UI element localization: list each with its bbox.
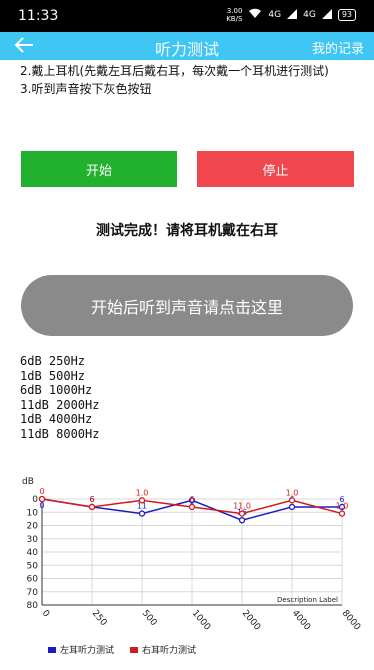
data-point	[188, 503, 196, 511]
x-tick-label: 4000	[290, 609, 313, 633]
y-tick-label: 70	[27, 588, 39, 598]
y-tick-label: 10	[27, 508, 39, 518]
stop-button[interactable]: 停止	[197, 151, 354, 187]
hearing-chart: dB 0 10 20 30 40 50 60 70 80 0 250 500 1000 2000 4000 80…	[0, 470, 374, 666]
x-tick-label: 2000	[240, 609, 263, 633]
net-speed-unit: KB/S	[226, 15, 243, 23]
x-tick-label: 0	[40, 609, 52, 620]
data-point	[338, 510, 346, 517]
heard-sound-button[interactable]: 开始后听到声音请点击这里	[21, 275, 353, 336]
y-tick-label: 30	[27, 535, 39, 545]
y-tick-label: 50	[27, 561, 39, 571]
signal-icon-2	[321, 8, 332, 22]
my-records-button[interactable]: 我的记录	[312, 38, 364, 57]
test-status-text: 测试完成！请将耳机戴在右耳	[96, 223, 278, 239]
wifi-icon	[248, 8, 262, 22]
instructions: 2.戴上耳机(先戴左耳后戴右耳，每次戴一个耳机进行测试) 3.听到声音按下灰色按…	[20, 62, 360, 98]
results-list: 6dB 250Hz 1dB 500Hz 6dB 1000Hz 11dB 2000…	[20, 354, 99, 441]
data-label: 11.0	[233, 502, 251, 511]
data-label: 1.0	[286, 488, 299, 497]
data-point	[138, 497, 146, 504]
net-speed-value: 3.00	[226, 7, 243, 15]
signal-icon-1	[287, 8, 298, 22]
data-point	[138, 510, 146, 517]
battery-icon: 93	[337, 9, 356, 21]
x-tick-label: 250	[90, 609, 109, 629]
instruction-step-2: 2.戴上耳机(先戴左耳后戴右耳，每次戴一个耳机进行测试)	[20, 64, 329, 78]
hearing-chart-svg: dB010203040506070800 250 500 1000 2000 4000 80…	[22, 477, 363, 656]
data-point	[38, 495, 46, 503]
data-point	[288, 503, 296, 511]
start-button[interactable]: 开始	[21, 151, 177, 187]
legend-swatch	[48, 647, 56, 653]
y-axis-label: dB	[22, 477, 34, 487]
data-label: 0	[39, 501, 44, 510]
app-bar: 听力测试 我的记录	[0, 32, 374, 60]
result-item: 6dB 1000Hz	[20, 383, 93, 397]
data-point	[238, 517, 246, 524]
data-label: 0	[39, 487, 44, 496]
legend-label: 右耳听力测试	[142, 644, 196, 656]
y-tick-label: 40	[27, 548, 39, 558]
data-point	[88, 503, 96, 511]
y-tick-label: 20	[27, 522, 39, 532]
result-item: 1dB 500Hz	[20, 368, 86, 383]
description-label: Description Label	[277, 596, 338, 604]
x-tick-label: 8000	[340, 609, 363, 633]
data-label: 1.0	[336, 502, 349, 511]
legend-swatch	[130, 647, 138, 653]
legend-label: 左耳听力测试	[60, 644, 114, 656]
instruction-step-3: 3.听到声音按下灰色按钮	[20, 82, 152, 96]
y-tick-label: 0	[32, 495, 38, 505]
net-speed: 3.00 KB/S	[226, 7, 242, 23]
status-time: 11:33	[18, 8, 59, 24]
data-label: 6	[189, 495, 194, 504]
x-tick-label: 500	[140, 609, 159, 629]
result-item: 6dB 250Hz	[20, 354, 86, 368]
result-item: 11dB 2000Hz	[20, 397, 100, 412]
status-bar: 11:33 3.00 KB/S 4G 4G 93	[0, 0, 374, 32]
status-icons: 3.00 KB/S 4G 4G 93	[226, 7, 356, 23]
signal-4g-label-2: 4G	[303, 10, 316, 20]
data-label: 1.0	[136, 488, 149, 497]
data-point	[288, 497, 296, 504]
x-tick-label: 1000	[190, 609, 213, 633]
signal-4g-label-1: 4G	[268, 10, 282, 20]
data-point	[238, 510, 246, 517]
result-item: 1dB 4000Hz	[20, 412, 93, 426]
result-item: 11dB 8000Hz	[20, 426, 100, 441]
y-tick-label: 60	[27, 575, 39, 585]
y-tick-label: 80	[27, 601, 39, 611]
data-label: 6	[89, 495, 94, 504]
